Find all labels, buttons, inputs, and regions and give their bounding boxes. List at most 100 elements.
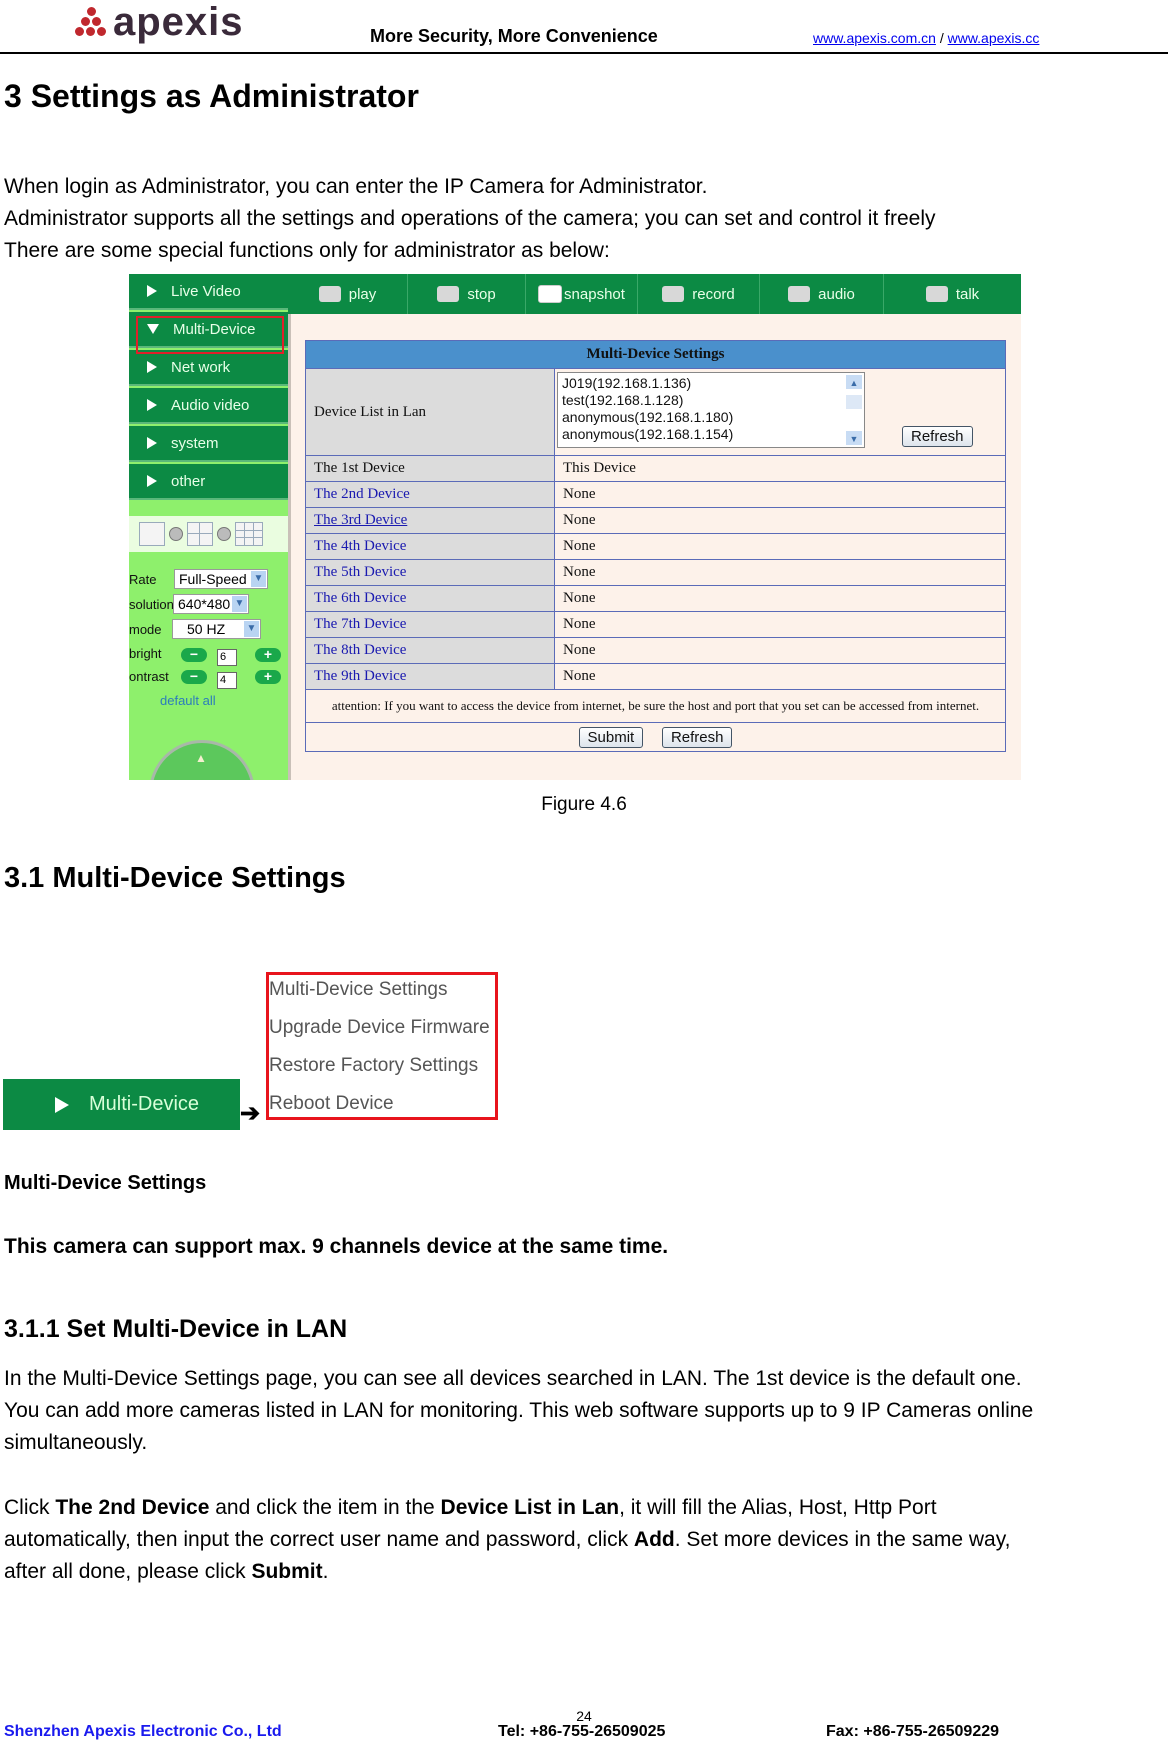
device-list-item[interactable]: test(192.168.1.128): [562, 392, 860, 409]
chevron-down-icon: ▼: [232, 596, 247, 612]
default-all-link[interactable]: default all: [160, 693, 216, 708]
device-link-5[interactable]: The 5th Device: [305, 559, 555, 586]
rate-value: Full-Speed: [179, 571, 247, 587]
sidebar-item-label: Audio video: [171, 396, 250, 414]
list-scrollbar[interactable]: ▲ ▼: [846, 375, 862, 445]
resolution-select[interactable]: 640*480 ▼: [173, 594, 249, 614]
mode-select[interactable]: 50 HZ ▼: [172, 619, 261, 639]
menu-item-reboot-device[interactable]: Reboot Device: [269, 1093, 394, 1115]
sidebar-item-live-video[interactable]: Live Video: [129, 274, 288, 310]
toolbar-snapshot-button[interactable]: snapshot: [526, 274, 638, 314]
device-link-6[interactable]: The 6th Device: [305, 585, 555, 612]
toolbar-stop-button[interactable]: stop: [408, 274, 526, 314]
toolbar-record-button[interactable]: record: [638, 274, 760, 314]
header-links: www.apexis.com.cn / www.apexis.cc: [813, 30, 1039, 46]
stop-icon: [437, 286, 460, 302]
highlight-box: [136, 316, 284, 354]
menu-item-multi-device-settings[interactable]: Multi-Device Settings: [269, 979, 447, 1001]
triangle-right-icon: [147, 437, 157, 449]
device-link-3[interactable]: The 3rd Device: [305, 507, 555, 534]
footer-company: Shenzhen Apexis Electronic Co., Ltd: [4, 1723, 282, 1740]
contrast-value[interactable]: 4: [217, 672, 237, 689]
resolution-value: 640*480: [178, 596, 231, 612]
bright-value[interactable]: 6: [217, 649, 237, 666]
sidebar-item-network[interactable]: Net work: [129, 350, 288, 386]
rate-select[interactable]: Full-Speed ▼: [174, 569, 268, 589]
bright-label: bright: [129, 646, 162, 661]
contrast-minus-button[interactable]: −: [181, 669, 207, 684]
device-list-item[interactable]: J019(192.168.1.136): [562, 375, 860, 392]
layout-4-icon[interactable]: [187, 522, 213, 546]
play-icon: [318, 286, 341, 302]
toolbar-label: record: [692, 285, 735, 303]
device-value-9: None: [554, 663, 1006, 690]
sidebar-item-audio-video[interactable]: Audio video: [129, 388, 288, 424]
menu-item-restore-factory[interactable]: Restore Factory Settings: [269, 1055, 478, 1077]
headphones-icon: [788, 286, 811, 302]
layout-radio-icon[interactable]: [217, 527, 231, 541]
contrast-plus-button[interactable]: +: [255, 669, 281, 684]
header-rule: [0, 52, 1168, 54]
device-link-7[interactable]: The 7th Device: [305, 611, 555, 638]
layout-9-icon[interactable]: [235, 522, 263, 546]
bright-minus-button[interactable]: −: [181, 647, 207, 662]
instructions-line-3: after all done, please click Submit.: [4, 1560, 329, 1583]
microphone-icon: [925, 286, 948, 302]
device-link-9[interactable]: The 9th Device: [305, 663, 555, 690]
device-link-4[interactable]: The 4th Device: [305, 533, 555, 560]
scroll-thumb[interactable]: [846, 395, 862, 409]
bright-plus-button[interactable]: +: [255, 647, 281, 662]
sidebar-item-label: Net work: [171, 358, 231, 376]
header-tagline: More Security, More Convenience: [370, 26, 658, 46]
device-value-5: None: [554, 559, 1006, 586]
view-layout-selector: [129, 516, 288, 552]
device-link-8[interactable]: The 8th Device: [305, 637, 555, 664]
device-value-8: None: [554, 637, 1006, 664]
device-value-7: None: [554, 611, 1006, 638]
lan-para-line-2: You can add more cameras listed in LAN f…: [4, 1399, 1034, 1422]
lan-para-line-3: simultaneously.: [4, 1431, 148, 1454]
submit-button[interactable]: Submit: [578, 726, 644, 748]
toolbar-talk-button[interactable]: talk: [884, 274, 1021, 314]
sidebar-item-label: system: [171, 434, 219, 452]
intro-line-1: When login as Administrator, you can ent…: [4, 175, 708, 198]
sidebar-item-system[interactable]: system: [129, 426, 288, 462]
ptz-up-icon[interactable]: ▲: [195, 751, 207, 765]
layout-radio-icon[interactable]: [169, 527, 183, 541]
refresh-button[interactable]: Refresh: [661, 726, 733, 748]
panel-title: Multi-Device Settings: [305, 340, 1006, 369]
footer-tel: Tel: +86-755-26509025: [498, 1723, 666, 1740]
device-list-item[interactable]: anonymous(192.168.1.180): [562, 409, 860, 426]
page-number: 24: [576, 1708, 592, 1724]
rate-label: Rate: [129, 572, 157, 587]
device-list-item[interactable]: anonymous(192.168.1.154): [562, 426, 860, 443]
apexis-logo: apexis: [75, 0, 244, 44]
menu-item-upgrade-firmware[interactable]: Upgrade Device Firmware: [269, 1017, 490, 1039]
link-apexis-com-cn[interactable]: www.apexis.com.cn: [813, 30, 936, 46]
device-link-2[interactable]: The 2nd Device: [305, 481, 555, 508]
max-channels-note: This camera can support max. 9 channels …: [4, 1235, 669, 1258]
intro-line-3: There are some special functions only fo…: [4, 239, 610, 262]
device-value-1: This Device: [554, 455, 1006, 482]
layout-1-icon[interactable]: [139, 522, 165, 546]
scroll-up-icon[interactable]: ▲: [846, 375, 862, 389]
scroll-down-icon[interactable]: ▼: [846, 431, 862, 445]
ptz-control-icon[interactable]: ▲: [149, 740, 255, 780]
multi-device-nav-button[interactable]: Multi-Device: [3, 1079, 240, 1130]
device-value-3: None: [554, 507, 1006, 534]
link-apexis-cc[interactable]: www.apexis.cc: [948, 30, 1040, 46]
toolbar-audio-button[interactable]: audio: [760, 274, 884, 314]
toolbar-play-button[interactable]: play: [288, 274, 408, 314]
video-camera-icon: [662, 286, 685, 302]
section-3-1-1-title: 3.1.1 Set Multi-Device in LAN: [4, 1315, 348, 1343]
device-list-box[interactable]: J019(192.168.1.136) test(192.168.1.128) …: [557, 372, 865, 448]
refresh-list-button[interactable]: Refresh: [902, 426, 973, 447]
instructions-line-2: automatically, then input the correct us…: [4, 1528, 1011, 1551]
sidebar-item-label: Live Video: [171, 282, 241, 300]
triangle-right-icon: [55, 1096, 69, 1113]
link-separator: /: [939, 30, 944, 46]
multi-device-nav-label: Multi-Device: [89, 1093, 200, 1115]
sidebar-item-other[interactable]: other: [129, 464, 288, 500]
lan-para-line-1: In the Multi-Device Settings page, you c…: [4, 1367, 1022, 1390]
camera-toolbar: play stop snapshot record audio talk: [288, 274, 1021, 314]
